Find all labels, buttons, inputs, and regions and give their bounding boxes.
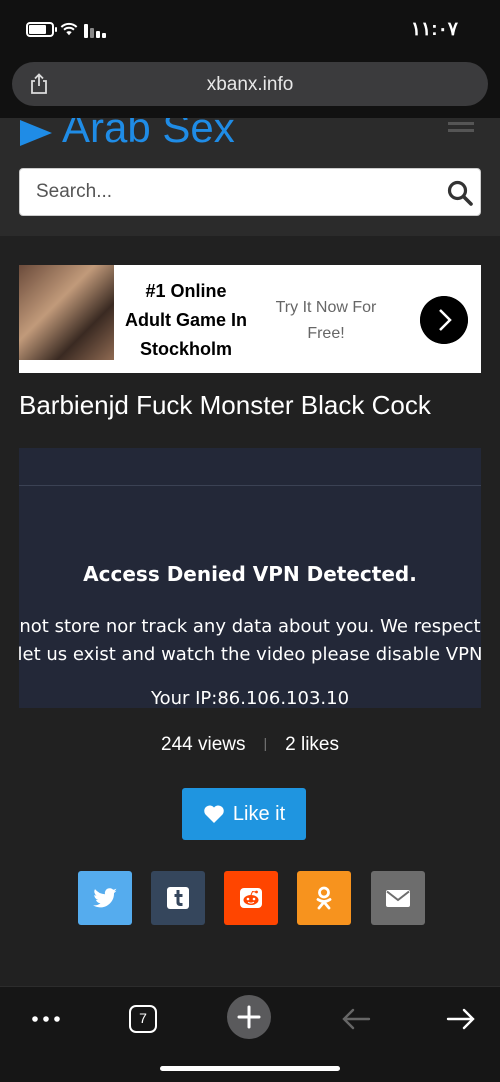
ad-banner[interactable]: #1 Online Adult Game In Stockholm Try It… (19, 265, 481, 373)
status-time: ١١:٠٧ (410, 19, 458, 40)
more-menu-icon[interactable] (26, 999, 66, 1039)
play-logo-icon (20, 120, 52, 146)
ad-image[interactable] (19, 265, 114, 360)
divider (19, 485, 481, 486)
twitter-icon (93, 888, 117, 908)
share-tumblr-button[interactable] (151, 871, 205, 925)
url-text: xbanx.info (206, 74, 294, 95)
video-stats: 244 views | 2 likes (0, 734, 500, 756)
heart-icon (204, 805, 224, 823)
address-bar[interactable]: xbanx.info (12, 62, 488, 106)
vpn-notice-line: not store nor track any data about you. … (19, 616, 481, 637)
back-arrow-icon[interactable] (339, 999, 373, 1039)
like-button[interactable]: Like it (182, 788, 306, 840)
new-tab-button[interactable] (227, 995, 271, 1039)
views-count: 244 views (161, 734, 246, 755)
browser-address-area: xbanx.info (0, 60, 500, 118)
home-indicator[interactable] (160, 1066, 340, 1071)
site-header: Arab Sex (0, 118, 500, 236)
vpn-notice-title: Access Denied VPN Detected. (83, 562, 417, 586)
vpn-notice-line: let us exist and watch the video please … (19, 644, 481, 665)
tabs-button[interactable]: 7 (128, 999, 158, 1039)
reddit-icon (240, 888, 262, 908)
search-icon[interactable] (446, 179, 474, 207)
tumblr-icon (167, 887, 189, 909)
search-box (19, 168, 481, 216)
email-icon (386, 890, 410, 907)
hamburger-menu-icon[interactable] (448, 122, 474, 134)
ad-headline[interactable]: #1 Online Adult Game In Stockholm (122, 277, 250, 364)
share-email-button[interactable] (371, 871, 425, 925)
share-twitter-button[interactable] (78, 871, 132, 925)
cellular-signal-icon (84, 22, 108, 38)
odnoklassniki-icon (316, 886, 332, 910)
ad-cta-text[interactable]: Try It Now For Free! (271, 295, 381, 347)
search-input[interactable] (36, 169, 436, 215)
plus-icon (227, 995, 271, 1039)
battery-icon (26, 22, 57, 37)
wifi-icon (60, 22, 78, 36)
tab-count: 7 (139, 1010, 147, 1026)
share-odnoklassniki-button[interactable] (297, 871, 351, 925)
chevron-right-icon[interactable] (420, 296, 468, 344)
likes-count: 2 likes (285, 734, 339, 755)
ip-address-text: Your IP:86.106.103.10 (150, 688, 350, 708)
status-bar: ١١:٠٧ (0, 0, 500, 60)
stats-separator: | (263, 735, 268, 751)
site-logo[interactable]: Arab Sex (62, 118, 235, 152)
share-reddit-button[interactable] (224, 871, 278, 925)
forward-arrow-icon[interactable] (444, 999, 478, 1039)
video-title: Barbienjd Fuck Monster Black Cock (19, 390, 431, 420)
video-player[interactable]: Access Denied VPN Detected. not store no… (19, 448, 481, 708)
like-button-label: Like it (232, 802, 286, 825)
